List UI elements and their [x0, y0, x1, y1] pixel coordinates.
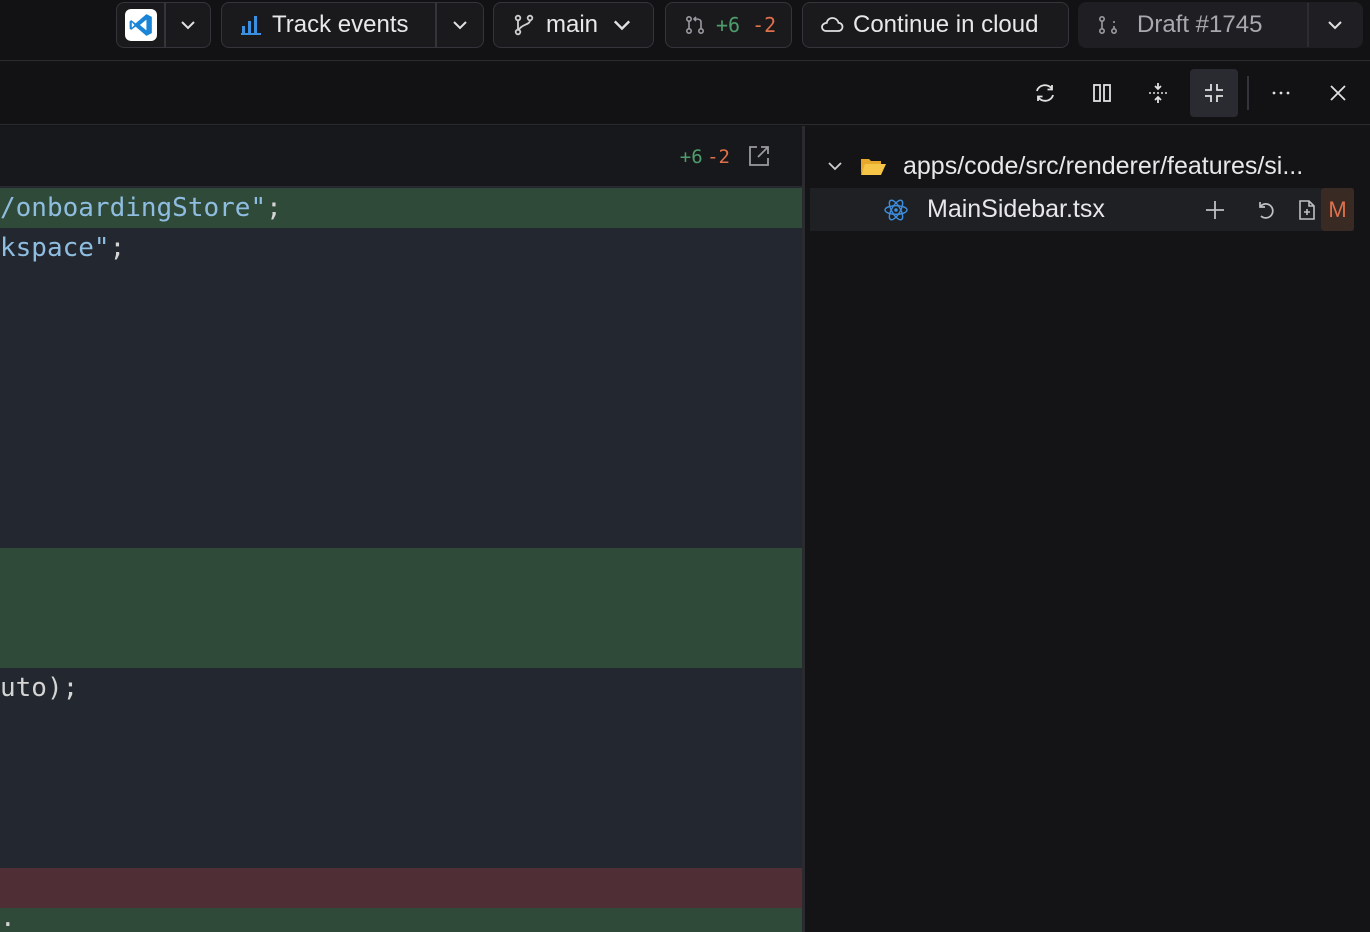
file-additions: +6 — [679, 146, 703, 168]
track-events-dropdown[interactable] — [437, 3, 484, 47]
stage-plus-icon[interactable] — [1204, 199, 1226, 221]
refresh-icon — [1036, 84, 1054, 102]
toolbar-divider — [1247, 76, 1249, 110]
draft-pr-selector[interactable]: Draft #1745 — [1078, 2, 1363, 48]
continue-in-cloud-label: Continue in cloud — [853, 11, 1039, 38]
open-external-icon[interactable] — [746, 143, 772, 169]
code-line-added: /onboardingStore"; — [0, 188, 802, 228]
expand-lines-button[interactable] — [1134, 69, 1182, 117]
code-text: . — [0, 903, 16, 932]
branch-label: main — [546, 11, 599, 38]
draft-pr-dropdown[interactable] — [1309, 3, 1363, 47]
file-name: MainSidebar.tsx — [927, 195, 1105, 223]
code-line: kspace"; — [0, 228, 802, 268]
pull-request-icon — [685, 15, 705, 35]
top-toolbar: Track events main +6 -2 Continue in clou… — [0, 0, 1370, 61]
tree-file[interactable]: MainSidebar.tsx M — [810, 188, 1354, 231]
code-string: /onboardingStore" — [0, 193, 267, 223]
track-events-selector[interactable]: Track events — [221, 2, 484, 48]
code-text: ; — [266, 193, 282, 223]
code-string: kspace" — [0, 233, 110, 263]
revert-icon[interactable] — [1255, 199, 1277, 221]
more-button[interactable] — [1257, 69, 1305, 117]
folder-open-icon — [861, 159, 886, 175]
draft-pr-label: Draft #1745 — [1137, 11, 1263, 38]
code-line-added-block — [0, 548, 802, 668]
draft-pr-button[interactable]: Draft #1745 — [1079, 3, 1307, 47]
code-line-block — [0, 708, 802, 868]
expand-icon — [1149, 83, 1167, 103]
split-view-icon — [1093, 84, 1111, 102]
vscode-icon — [124, 9, 157, 41]
more-icon — [1272, 91, 1290, 95]
editor-selector[interactable] — [116, 2, 211, 48]
changed-files-tree: apps/code/src/renderer/features/si... Ma… — [805, 126, 1370, 932]
diff-toolbar — [0, 62, 1370, 125]
track-events-label: Track events — [272, 11, 409, 38]
code-text: uto); — [0, 673, 79, 703]
chevron-down-icon — [828, 162, 842, 171]
modified-status-badge: M — [1321, 188, 1354, 231]
close-button[interactable] — [1314, 69, 1362, 117]
branch-selector[interactable]: main — [493, 2, 654, 48]
diff-additions: +6 — [716, 13, 741, 37]
close-icon — [1330, 85, 1346, 101]
collapse-icon — [1205, 84, 1223, 102]
diff-code-pane: +6 -2 /onboardingStore"; kspace"; uto); … — [0, 126, 802, 932]
chevron-down-icon — [1328, 21, 1342, 30]
folder-path: apps/code/src/renderer/features/si... — [903, 151, 1304, 180]
diff-stats-button[interactable]: +6 -2 — [665, 2, 792, 48]
continue-in-cloud-button[interactable]: Continue in cloud — [802, 2, 1069, 48]
open-file-icon[interactable] — [1297, 199, 1317, 221]
tree-folder[interactable]: apps/code/src/renderer/features/si... — [805, 146, 1370, 186]
code-line-removed — [0, 868, 802, 908]
pull-request-icon — [1098, 15, 1118, 35]
file-diff-counts: +6 -2 — [680, 146, 730, 168]
chevron-down-icon — [613, 20, 631, 31]
chevron-down-icon — [181, 21, 195, 30]
code-text: ; — [109, 233, 126, 263]
track-events-button[interactable]: Track events — [222, 3, 435, 47]
diff-deletions: -2 — [752, 13, 777, 37]
cloud-icon — [821, 17, 844, 32]
editor-dropdown-button[interactable] — [166, 3, 211, 47]
split-view-button[interactable] — [1078, 69, 1126, 117]
refresh-button[interactable] — [1021, 69, 1069, 117]
react-icon — [884, 199, 908, 220]
chevron-down-icon — [453, 21, 467, 30]
git-branch-icon — [514, 14, 534, 36]
code-line-block — [0, 268, 802, 548]
file-deletions: -2 — [707, 146, 730, 168]
collapse-button[interactable] — [1190, 69, 1238, 117]
chart-bar-icon — [241, 16, 261, 35]
code-line-added: . — [0, 905, 802, 932]
code-line: uto); — [0, 668, 802, 708]
file-diff-header: +6 -2 — [0, 126, 802, 187]
